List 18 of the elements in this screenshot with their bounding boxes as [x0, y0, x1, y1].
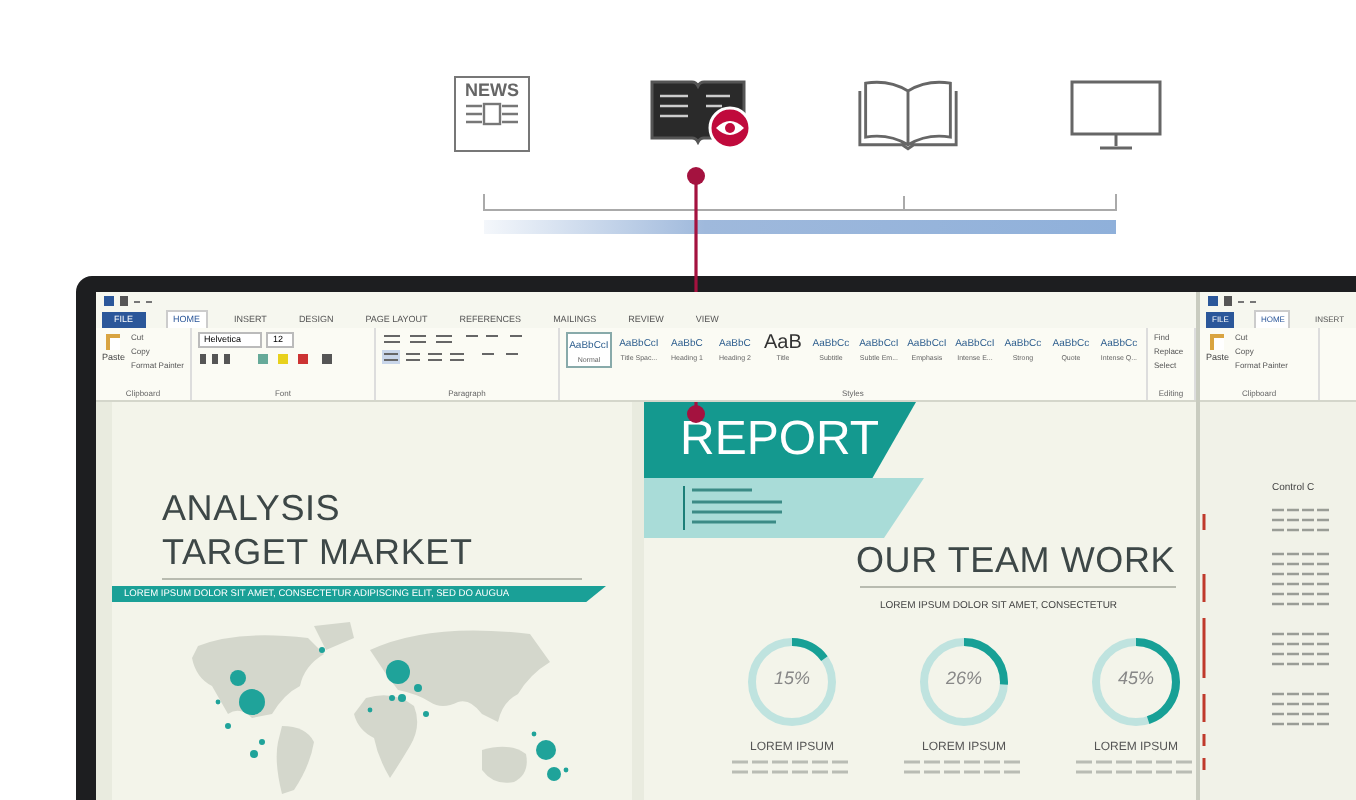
- article-columns-icon: [462, 102, 522, 130]
- percentage-value: 45%: [1117, 668, 1154, 688]
- page-title: TARGET MARKET: [162, 530, 475, 574]
- placeholder-text-lines: [1076, 758, 1196, 778]
- quick-access-icon[interactable]: [102, 294, 154, 308]
- section-heading: OUR TEAM WORK: [856, 540, 1176, 580]
- newspaper-icon[interactable]: NEWS: [454, 76, 530, 152]
- newspaper-label: NEWS: [465, 78, 519, 102]
- progress-ring: [742, 632, 842, 732]
- report-banner: REPORT: [644, 402, 916, 478]
- quick-access-icon[interactable]: [1206, 294, 1258, 308]
- progress-ring: [1086, 632, 1186, 732]
- progress-ring: [914, 632, 1014, 732]
- percentage-value: 15%: [773, 668, 810, 688]
- page-title: ANALYSIS: [162, 486, 343, 530]
- percentage-value: 26%: [945, 668, 982, 688]
- placeholder-text-lines: [732, 758, 852, 778]
- placeholder-text-lines: [904, 758, 1024, 778]
